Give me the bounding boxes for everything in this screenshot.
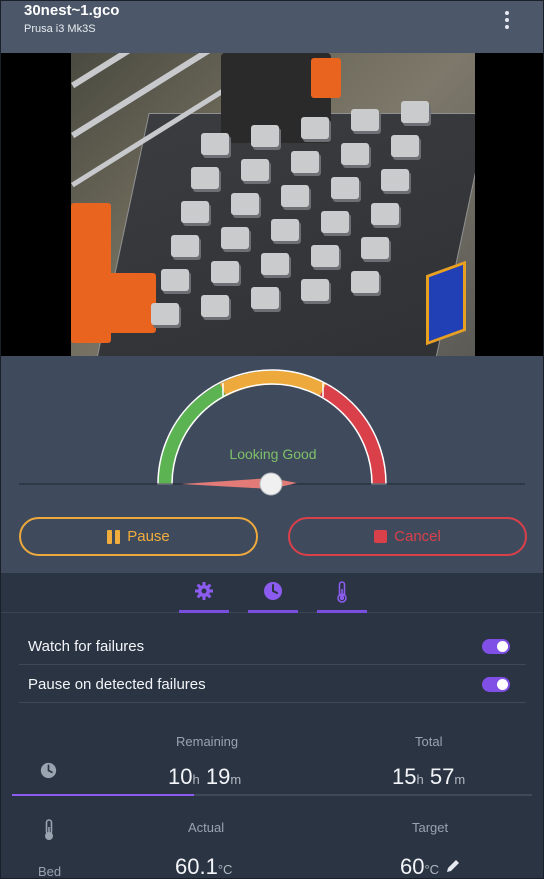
pause-on-failure-label: Pause on detected failures <box>28 676 206 693</box>
pause-button[interactable]: Pause <box>19 517 258 556</box>
print-progress-fill <box>12 794 194 796</box>
cancel-button-label: Cancel <box>394 528 441 545</box>
pause-icon <box>107 529 121 544</box>
printed-part <box>291 151 319 173</box>
gauge-hub <box>259 472 283 496</box>
printed-part <box>181 201 209 223</box>
bed-target-temp: 60°C <box>400 854 461 878</box>
printed-part <box>401 101 429 123</box>
clock-icon <box>264 582 282 600</box>
printed-part <box>171 235 199 257</box>
printed-part <box>271 219 299 241</box>
gear-icon <box>195 582 213 600</box>
pencil-icon[interactable] <box>445 858 461 874</box>
tab-settings[interactable] <box>179 581 229 613</box>
printer-header: 30nest~1.gco Prusa i3 Mk3S <box>1 1 543 53</box>
printed-part <box>331 177 359 199</box>
pause-button-label: Pause <box>127 528 170 545</box>
printed-part <box>341 143 369 165</box>
watch-failures-row: Watch for failures <box>19 627 526 665</box>
watch-failures-label: Watch for failures <box>28 638 145 655</box>
printed-part <box>231 193 259 215</box>
remaining-time: 10h 19m <box>168 764 242 789</box>
pause-on-failure-toggle[interactable] <box>482 677 510 692</box>
pause-on-failure-row: Pause on detected failures <box>19 665 526 703</box>
printed-part <box>191 167 219 189</box>
printed-part <box>151 303 179 325</box>
printed-part <box>161 269 189 291</box>
total-time: 15h 57m <box>392 764 466 789</box>
printed-part <box>201 295 229 317</box>
failure-gauge <box>19 369 525 496</box>
printed-part <box>211 261 239 283</box>
printed-part <box>201 133 229 155</box>
tab-time[interactable] <box>248 581 298 613</box>
printed-part <box>301 117 329 139</box>
gcode-filename: 30nest~1.gco <box>24 2 120 19</box>
remaining-label: Remaining <box>176 734 239 749</box>
printed-part <box>381 169 409 191</box>
printed-part <box>351 271 379 293</box>
printed-part <box>241 159 269 181</box>
stop-icon <box>374 530 388 543</box>
printed-part <box>391 135 419 157</box>
actual-temp-label: Actual <box>188 820 225 835</box>
gauge-status-text: Looking Good <box>229 446 317 462</box>
printed-part <box>221 227 249 249</box>
printed-part <box>351 109 379 131</box>
watch-failures-toggle[interactable] <box>482 639 510 654</box>
printed-part <box>361 237 389 259</box>
detail-panel: Watch for failures Pause on detected fai… <box>1 613 543 879</box>
thermometer-icon <box>337 581 347 603</box>
thermometer-icon <box>45 819 53 840</box>
app-window: 30nest~1.gco Prusa i3 Mk3S Looking Good … <box>0 0 544 879</box>
webcam-panel <box>1 53 543 356</box>
detail-tabs <box>1 573 543 613</box>
clock-icon <box>40 762 57 779</box>
printed-part <box>301 279 329 301</box>
printed-part <box>251 125 279 147</box>
printed-part <box>321 211 349 233</box>
total-label: Total <box>415 734 443 749</box>
printed-part <box>251 287 279 309</box>
more-vertical-icon[interactable] <box>497 9 517 31</box>
target-temp-label: Target <box>412 820 449 835</box>
bed-actual-temp: 60.1°C <box>175 854 233 879</box>
print-progress-bar <box>12 794 532 796</box>
cancel-button[interactable]: Cancel <box>288 517 527 556</box>
printed-part <box>311 245 339 267</box>
printed-part <box>281 185 309 207</box>
bed-label: Bed <box>38 864 62 879</box>
tab-temperature[interactable] <box>317 581 367 613</box>
webcam-image <box>71 53 475 356</box>
failure-detection-panel: Looking Good Pause Cancel <box>1 356 543 573</box>
printed-part <box>261 253 289 275</box>
printed-part <box>371 203 399 225</box>
printer-model: Prusa i3 Mk3S <box>24 23 96 35</box>
